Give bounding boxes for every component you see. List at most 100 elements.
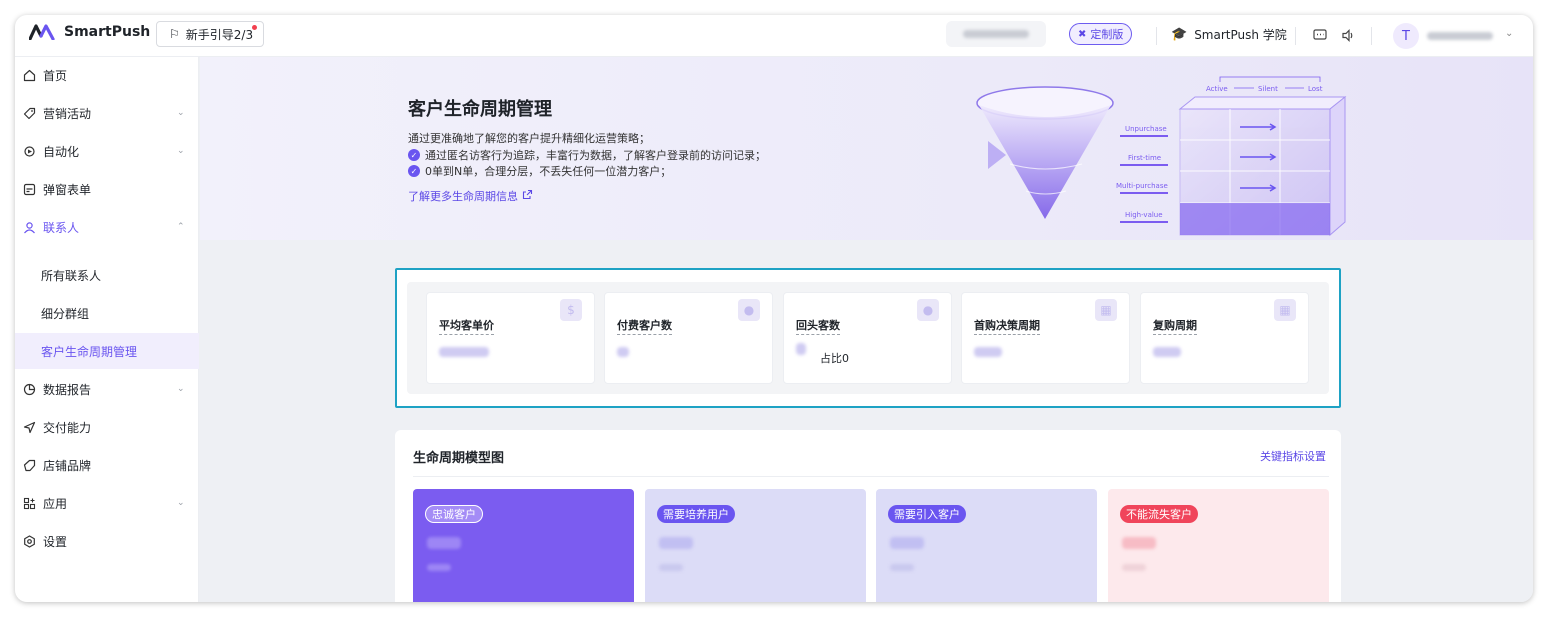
learn-more-text: 了解更多生命周期信息 [408,190,518,203]
learn-more-link[interactable]: 了解更多生命周期信息 [408,188,533,204]
chevron-down-icon: ⌄ [177,384,185,394]
segment-loyal-customers[interactable]: 忠诚客户 [413,489,634,602]
chevron-down-icon[interactable]: ⌄ [1505,28,1513,39]
brand-icon [22,458,36,472]
sidebar-item-label: 所有联系人 [41,268,102,283]
smartpush-logo-icon [29,24,55,40]
sidebar-item-label: 应用 [43,496,68,511]
metric-label[interactable]: 复购周期 [1153,317,1197,335]
banner-point-text: 0单到N单，合理分层，不丢失任何一位潜力客户； [425,165,672,178]
edition-badge[interactable]: ✖ 定制版 [1069,23,1133,45]
segment-subvalue-redacted [890,564,914,571]
sidebar-item-label: 营销活动 [43,106,92,121]
segment-value-redacted [890,537,924,549]
sidebar-item-label: 首页 [43,68,68,83]
message-icon[interactable] [1312,27,1328,43]
illu-flow-silent: Silent [1258,85,1278,93]
sidebar-item-label: 交付能力 [43,420,92,435]
illu-label-high-value: High-value [1125,211,1163,219]
illu-flow-lost: Lost [1308,85,1323,93]
logo[interactable]: SmartPush [29,24,150,40]
metric-card-repurchase-cycle: ▦ 复购周期 [1140,292,1309,384]
chevron-down-icon: ⌄ [177,108,185,118]
metrics-row: $ 平均客单价 ● 付费客户数 ● 回头客数 占比0 ▦ 首购决策周期 ▦ 复购… [407,282,1329,394]
segment-tag: 需要引入客户 [888,505,966,523]
app-name: SmartPush [64,24,151,40]
metric-card-paying-customers: ● 付费客户数 [604,292,773,384]
sidebar-item-label: 店铺品牌 [43,458,92,473]
banner-description: 通过更准确地了解您的客户提升精细化运营策略； [408,132,650,145]
user-name-redacted [1427,32,1493,40]
sidebar-item-label: 弹窗表单 [43,182,92,197]
onboarding-guide-button[interactable]: ⚐ 新手引导2/3 [156,21,265,47]
sidebar-item-delivery[interactable]: 交付能力 [15,409,199,445]
metric-ratio: 占比0 [820,352,849,365]
metrics-panel: $ 平均客单价 ● 付费客户数 ● 回头客数 占比0 ▦ 首购决策周期 ▦ 复购… [395,268,1341,408]
sidebar-item-lifecycle[interactable]: 客户生命周期管理 [15,333,199,369]
page-title: 客户生命周期管理 [408,99,552,120]
segment-attract-customers[interactable]: 需要引入客户 [876,489,1097,602]
sidebar-item-all-contacts[interactable]: 所有联系人 [15,257,199,293]
metric-label[interactable]: 平均客单价 [439,317,494,335]
banner-point-text: 通过匿名访客行为追踪，丰富行为数据，了解客户登录前的访问记录； [425,149,766,162]
segment-subvalue-redacted [427,564,451,571]
segment-value-redacted [427,537,461,549]
segment-subvalue-redacted [659,564,683,571]
segment-value-redacted [659,537,693,549]
avatar[interactable]: T [1393,23,1419,49]
segment-value-redacted [1122,537,1156,549]
chevron-down-icon: ⌄ [177,146,185,156]
notification-dot [252,25,258,30]
sidebar-item-settings[interactable]: 设置 [15,523,199,559]
main-content: 客户生命周期管理 通过更准确地了解您的客户提升精细化运营策略； ✓ 通过匿名访客… [200,57,1533,602]
key-metrics-settings-link[interactable]: 关键指标设置 [1260,448,1326,464]
lifecycle-banner: 客户生命周期管理 通过更准确地了解您的客户提升精细化运营策略； ✓ 通过匿名访客… [200,57,1533,240]
sidebar-item-contacts[interactable]: 联系人 ⌃ [15,209,199,245]
person-icon: ● [738,299,760,321]
speaker-icon[interactable] [1340,27,1356,43]
sidebar-item-automation[interactable]: 自动化 ⌄ [15,133,199,169]
academy-link[interactable]: 🎓 SmartPush 学院 [1171,26,1287,43]
app-window: SmartPush ⚐ 新手引导2/3 ✖ 定制版 🎓 SmartPush 学院… [15,15,1533,602]
sidebar-item-brand[interactable]: 店铺品牌 [15,447,199,483]
segment-tag: 需要培养用户 [657,505,735,523]
sidebar-item-segments[interactable]: 细分群组 [15,295,199,331]
segment-tag: 忠诚客户 [425,505,483,523]
sidebar-item-apps[interactable]: 应用 ⌄ [15,485,199,521]
lifecycle-illustration: Unpurchase First-time Multi-purchase Hig… [976,76,1347,237]
store-selector[interactable] [946,21,1046,47]
sidebar-item-home[interactable]: 首页 [15,57,199,93]
external-link-icon [522,189,533,203]
segment-tag: 不能流失客户 [1120,505,1198,523]
divider [1371,27,1372,45]
apps-icon [22,496,36,510]
metric-value-redacted [796,343,806,355]
user-icon [22,220,36,234]
metric-value-redacted [617,347,629,357]
tag-icon [22,106,36,120]
academy-label: SmartPush 学院 [1194,28,1287,42]
chevron-down-icon: ⌄ [177,498,185,508]
segment-retain-customers[interactable]: 不能流失客户 [1108,489,1329,602]
check-icon: ✓ [408,165,420,177]
calendar-icon: ▦ [1274,299,1296,321]
home-icon [22,68,36,82]
sidebar-item-label: 联系人 [43,220,80,235]
metric-label[interactable]: 回头客数 [796,317,840,335]
check-icon: ✓ [408,149,420,161]
segment-subvalue-redacted [1122,564,1146,571]
banner-point: ✓ 通过匿名访客行为追踪，丰富行为数据，了解客户登录前的访问记录； [408,147,766,163]
sidebar-item-label: 设置 [43,534,68,549]
sidebar-item-popup-forms[interactable]: 弹窗表单 [15,171,199,207]
lifecycle-model-card: 生命周期模型图 关键指标设置 忠诚客户 需要培养用户 需要引入客户 不能流失客户 [395,430,1341,602]
chevron-up-icon: ⌃ [177,222,185,232]
metric-label[interactable]: 付费客户数 [617,317,672,335]
metric-label[interactable]: 首购决策周期 [974,317,1040,335]
sidebar-item-label: 客户生命周期管理 [41,344,138,359]
dollar-icon: $ [560,299,582,321]
settings-icon [22,534,36,548]
sidebar-item-marketing[interactable]: 营销活动 ⌄ [15,95,199,131]
sidebar: 首页 营销活动 ⌄ 自动化 ⌄ 弹窗表单 联系人 ⌃ 所有联系人 细分群组 客户… [15,57,199,602]
segment-nurture-customers[interactable]: 需要培养用户 [645,489,866,602]
sidebar-item-reports[interactable]: 数据报告 ⌄ [15,371,199,407]
